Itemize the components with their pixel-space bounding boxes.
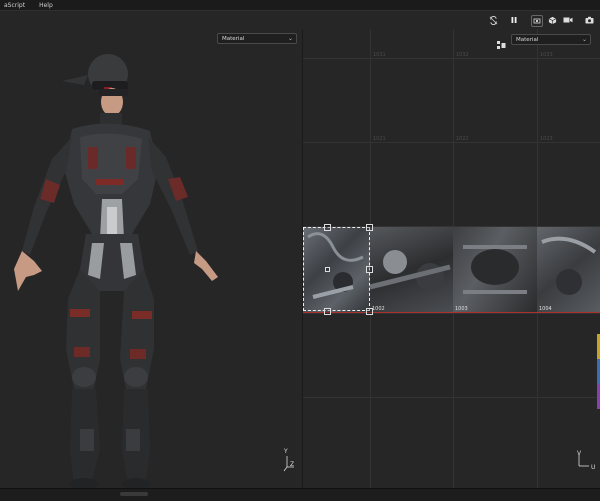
menu-help[interactable]: Help: [35, 2, 57, 9]
transform-handle[interactable]: [324, 308, 331, 315]
video-icon[interactable]: [561, 14, 575, 26]
viewport-2d[interactable]: 1031 1032 1033 1021 1022 1023 Material ⌄…: [303, 29, 600, 488]
viewport-2d-channel-value: Material: [516, 36, 539, 43]
character-model: [14, 54, 294, 488]
screenshot-icon[interactable]: [582, 14, 596, 26]
layers-icon[interactable]: [497, 35, 506, 49]
udim-label: 1032: [456, 52, 469, 58]
transform-handle[interactable]: [325, 267, 330, 272]
bottom-bar: [0, 488, 600, 501]
chevron-down-icon: ⌄: [581, 36, 587, 43]
camera-settings-icon[interactable]: [531, 15, 543, 27]
udim-label: 1033: [540, 52, 553, 58]
udim-gridline: [303, 142, 600, 143]
uv-tile-border: [303, 312, 600, 313]
udim-gridline: [303, 58, 600, 59]
uv-tile[interactable]: 1002: [370, 227, 453, 313]
udim-gridline: [303, 313, 600, 314]
transform-handle[interactable]: [366, 224, 373, 231]
sync-icon[interactable]: [486, 14, 500, 26]
udim-label: 1031: [373, 52, 386, 58]
udim-label: 1023: [540, 136, 553, 142]
uv-tile[interactable]: 1003: [453, 227, 537, 313]
transform-handle[interactable]: [324, 224, 331, 231]
pause-icon[interactable]: [507, 14, 521, 26]
axis-z-label: Z: [290, 461, 295, 468]
viewport-toolbar: [0, 10, 600, 30]
udim-label: 1022: [456, 136, 469, 142]
cube-icon[interactable]: [545, 14, 559, 26]
udim-gridline: [303, 397, 600, 398]
axis-v-label: V: [577, 450, 582, 457]
scroll-handle[interactable]: [120, 492, 148, 496]
axis-y-label: Y: [284, 448, 288, 455]
viewport-2d-channel-select[interactable]: Material ⌄: [511, 34, 591, 45]
udim-label: 1021: [373, 136, 386, 142]
menu-bar: aScript Help: [0, 0, 600, 10]
axis-u-label: U: [591, 464, 596, 471]
transform-handle[interactable]: [366, 308, 373, 315]
transform-handle[interactable]: [366, 266, 373, 273]
uv-tile[interactable]: 1004: [537, 227, 600, 313]
menu-script[interactable]: aScript: [0, 2, 29, 9]
viewport-3d[interactable]: Material ⌄ Y Z: [0, 29, 303, 488]
uv-selection-box[interactable]: [303, 227, 370, 311]
